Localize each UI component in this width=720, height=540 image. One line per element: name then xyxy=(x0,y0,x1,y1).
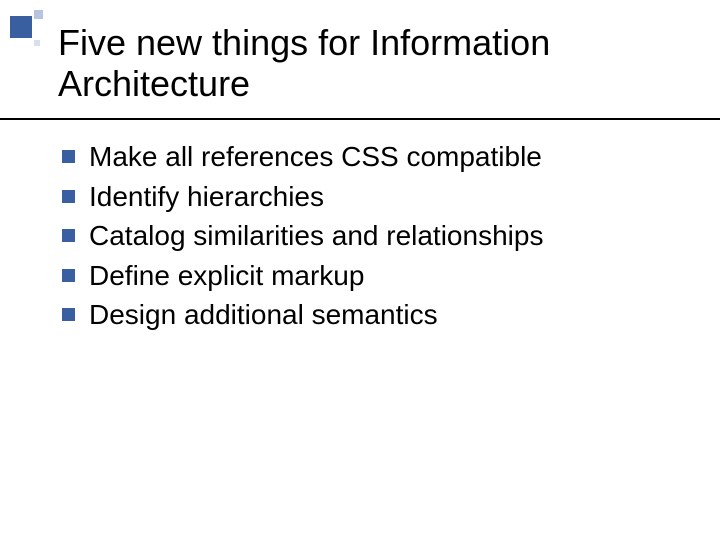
divider xyxy=(0,118,720,120)
corner-decoration xyxy=(10,10,50,50)
square-icon xyxy=(34,40,40,46)
list-item-text: Define explicit markup xyxy=(89,259,364,293)
list-item-text: Make all references CSS compatible xyxy=(89,140,542,174)
bullet-icon xyxy=(62,269,75,282)
bullet-icon xyxy=(62,229,75,242)
list-item: Define explicit markup xyxy=(62,259,680,293)
list-item-text: Design additional semantics xyxy=(89,298,438,332)
list-item-text: Identify hierarchies xyxy=(89,180,324,214)
square-icon xyxy=(10,16,32,38)
slide-title: Five new things for Information Architec… xyxy=(58,22,680,105)
bullet-icon xyxy=(62,150,75,163)
bullet-icon xyxy=(62,308,75,321)
list-item: Catalog similarities and relationships xyxy=(62,219,680,253)
list-item: Design additional semantics xyxy=(62,298,680,332)
list-item: Make all references CSS compatible xyxy=(62,140,680,174)
bullet-icon xyxy=(62,190,75,203)
square-icon xyxy=(34,10,43,19)
list-item-text: Catalog similarities and relationships xyxy=(89,219,543,253)
list-item: Identify hierarchies xyxy=(62,180,680,214)
slide: Five new things for Information Architec… xyxy=(0,0,720,540)
bullet-list: Make all references CSS compatible Ident… xyxy=(62,140,680,338)
